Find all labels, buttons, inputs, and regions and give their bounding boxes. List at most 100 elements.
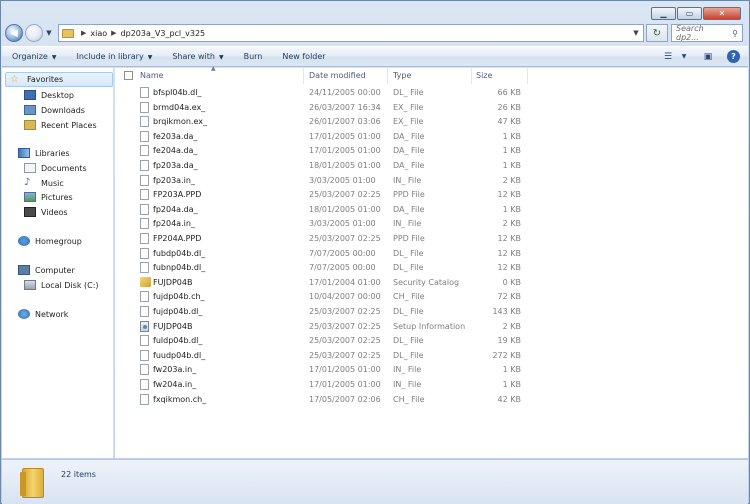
nav-local-disk[interactable]: Local Disk (C:) [24, 280, 99, 290]
column-divider[interactable] [387, 68, 388, 84]
file-row[interactable]: brqikmon.ex_ 26/01/2007 03:06 EX_ File 47 K… [115, 115, 748, 130]
file-name: fp204a.da_ [153, 204, 198, 214]
nav-music[interactable]: ♪ Music [24, 178, 64, 188]
file-size: 19 KB [497, 336, 521, 346]
column-header-name[interactable]: Name [140, 71, 164, 80]
file-row[interactable]: brmd04a.ex_ 26/03/2007 16:34 EX_ File 26 KB [115, 101, 748, 116]
desktop-icon [24, 90, 36, 100]
pictures-icon [24, 192, 36, 202]
nav-downloads[interactable]: Downloads [24, 105, 85, 115]
file-type: DA_ File [393, 204, 425, 214]
file-row[interactable]: fp203a.in_ 3/03/2005 01:00 IN_ File 2 KB [115, 174, 748, 189]
file-type: IN_ File [393, 175, 422, 185]
help-icon[interactable]: ? [727, 50, 740, 63]
address-dropdown-icon[interactable]: ▼ [629, 29, 643, 37]
minimize-button[interactable]: ▁ [651, 7, 676, 20]
file-date-modified: 25/03/2007 02:25 [309, 321, 381, 331]
file-type: DA_ File [393, 131, 425, 141]
nav-computer[interactable]: Computer [18, 265, 75, 275]
nav-libraries[interactable]: Libraries [18, 148, 70, 158]
column-header-size[interactable]: Size [476, 71, 492, 80]
file-row[interactable]: fp204a.da_ 18/01/2005 01:00 DA_ File 1 KB [115, 203, 748, 218]
column-header-date-modified[interactable]: Date modified [309, 71, 366, 80]
forward-button[interactable]: ▶ [25, 24, 43, 42]
file-row[interactable]: fujdp04b.dl_ 25/03/2007 02:25 DL_ File 143 … [115, 305, 748, 320]
file-type: IN_ File [393, 365, 422, 375]
organize-button[interactable]: Organize ▼ [12, 52, 56, 61]
documents-icon [24, 163, 36, 173]
column-divider[interactable] [471, 68, 472, 84]
navigation-bar: ◀ ▶ ▼ ▶ xiao ▶ dp203a_V3_pcl_v325 ▼ ↻ Se… [5, 23, 743, 43]
refresh-button[interactable]: ↻ [646, 24, 668, 42]
file-type: DL_ File [393, 336, 424, 346]
file-row[interactable]: FP204A.PPD 25/03/2007 02:25 PPD File 12 KB [115, 232, 748, 247]
file-row[interactable]: fw204a.in_ 17/01/2005 01:00 IN_ File 1 KB [115, 378, 748, 393]
file-row[interactable]: bfspl04b.dl_ 24/11/2005 00:00 DL_ File 66 K… [115, 86, 748, 101]
file-row[interactable]: fp204a.in_ 3/03/2005 01:00 IN_ File 2 KB [115, 217, 748, 232]
details-pane: 22 items [2, 459, 748, 504]
file-date-modified: 26/01/2007 03:06 [309, 117, 381, 127]
file-row[interactable]: fuudp04b.dl_ 25/03/2007 02:25 DL_ File 272 … [115, 349, 748, 364]
nav-favorites[interactable]: ☆ Favorites [5, 72, 113, 87]
preview-pane-icon[interactable]: ▣ [701, 50, 715, 63]
nav-documents[interactable]: Documents [24, 163, 87, 173]
file-icon [140, 145, 149, 157]
file-icon [140, 233, 149, 244]
file-row[interactable]: FP203A.PPD 25/03/2007 02:25 PPD File 12 KB [115, 188, 748, 203]
recent-pages-dropdown[interactable]: ▼ [44, 29, 54, 37]
nav-videos[interactable]: Videos [24, 207, 68, 217]
nav-pictures[interactable]: Pictures [24, 192, 73, 202]
column-divider[interactable] [303, 68, 304, 84]
nav-network[interactable]: Network [18, 309, 68, 319]
file-size: 42 KB [497, 394, 521, 404]
file-row[interactable]: fp203a.da_ 18/01/2005 01:00 DA_ File 1 KB [115, 159, 748, 174]
file-icon [140, 262, 149, 274]
select-all-checkbox[interactable] [124, 71, 133, 80]
nav-desktop[interactable]: Desktop [24, 90, 74, 100]
file-size: 1 KB [502, 146, 521, 156]
chevron-down-icon: ▼ [147, 54, 153, 61]
address-bar[interactable]: ▶ xiao ▶ dp203a_V3_pcl_v325 ▼ [58, 24, 644, 42]
file-row[interactable]: fxqikmon.ch_ 17/05/2007 02:06 CH_ File 42 K… [115, 393, 748, 408]
file-icon [140, 291, 149, 303]
back-button[interactable]: ◀ [5, 24, 23, 42]
command-bar: Organize ▼ Include in library ▼ Share with… [2, 46, 748, 67]
file-row[interactable]: fubnp04b.dl_ 7/07/2005 00:00 DL_ File 12 KB [115, 261, 748, 276]
search-icon[interactable]: ⚲ [728, 29, 742, 38]
chevron-right-icon[interactable]: ▶ [81, 29, 86, 37]
file-row[interactable]: fuldp04b.dl_ 25/03/2007 02:25 DL_ File 19 K… [115, 334, 748, 349]
maximize-button[interactable]: ▭ [677, 7, 702, 20]
file-type: DA_ File [393, 146, 425, 156]
breadcrumb-xiao[interactable]: xiao [90, 29, 107, 38]
share-with-button[interactable]: Share with ▼ [172, 52, 223, 61]
file-row[interactable]: fw203a.in_ 17/01/2005 01:00 IN_ File 1 KB [115, 363, 748, 378]
nav-homegroup[interactable]: Homegroup [18, 236, 82, 246]
file-row[interactable]: fe203a.da_ 17/01/2005 01:00 DA_ File 1 KB [115, 130, 748, 145]
close-button[interactable]: ✕ [703, 7, 741, 20]
burn-button[interactable]: Burn [244, 52, 263, 61]
file-row[interactable]: fujdp04b.ch_ 10/04/2007 00:00 CH_ File 72 K… [115, 290, 748, 305]
file-name: FP203A.PPD [153, 190, 202, 200]
forward-arrow-icon: ▶ [30, 27, 38, 39]
breadcrumb-current-folder[interactable]: dp203a_V3_pcl_v325 [121, 29, 206, 38]
file-row[interactable]: FUJDP04B 25/03/2007 02:25 Setup Informatio… [115, 320, 748, 335]
chevron-down-icon: ▼ [218, 54, 224, 61]
chevron-right-icon[interactable]: ▶ [111, 29, 116, 37]
file-date-modified: 17/01/2005 01:00 [309, 131, 381, 141]
new-folder-button[interactable]: New folder [282, 52, 325, 61]
nav-recent-places[interactable]: Recent Places [24, 120, 97, 130]
file-icon [140, 101, 149, 113]
file-icon [140, 130, 149, 142]
views-dropdown-icon[interactable]: ▼ [677, 50, 691, 63]
file-row[interactable]: fe204a.da_ 17/01/2005 01:00 DA_ File 1 KB [115, 144, 748, 159]
homegroup-icon [18, 236, 30, 246]
column-header-type[interactable]: Type [393, 71, 411, 80]
include-in-library-button[interactable]: Include in library ▼ [76, 52, 152, 61]
file-type: IN_ File [393, 219, 422, 229]
search-input[interactable]: Search dp2... ⚲ [671, 24, 743, 42]
file-row[interactable]: fubdp04b.dl_ 7/07/2005 00:00 DL_ File 12 KB [115, 247, 748, 262]
file-size: 72 KB [497, 292, 521, 302]
column-divider[interactable] [527, 68, 528, 84]
views-icon[interactable]: ☰ [661, 50, 675, 63]
file-row[interactable]: FUJDP04B 17/01/2004 01:00 Security Catalog… [115, 276, 748, 291]
